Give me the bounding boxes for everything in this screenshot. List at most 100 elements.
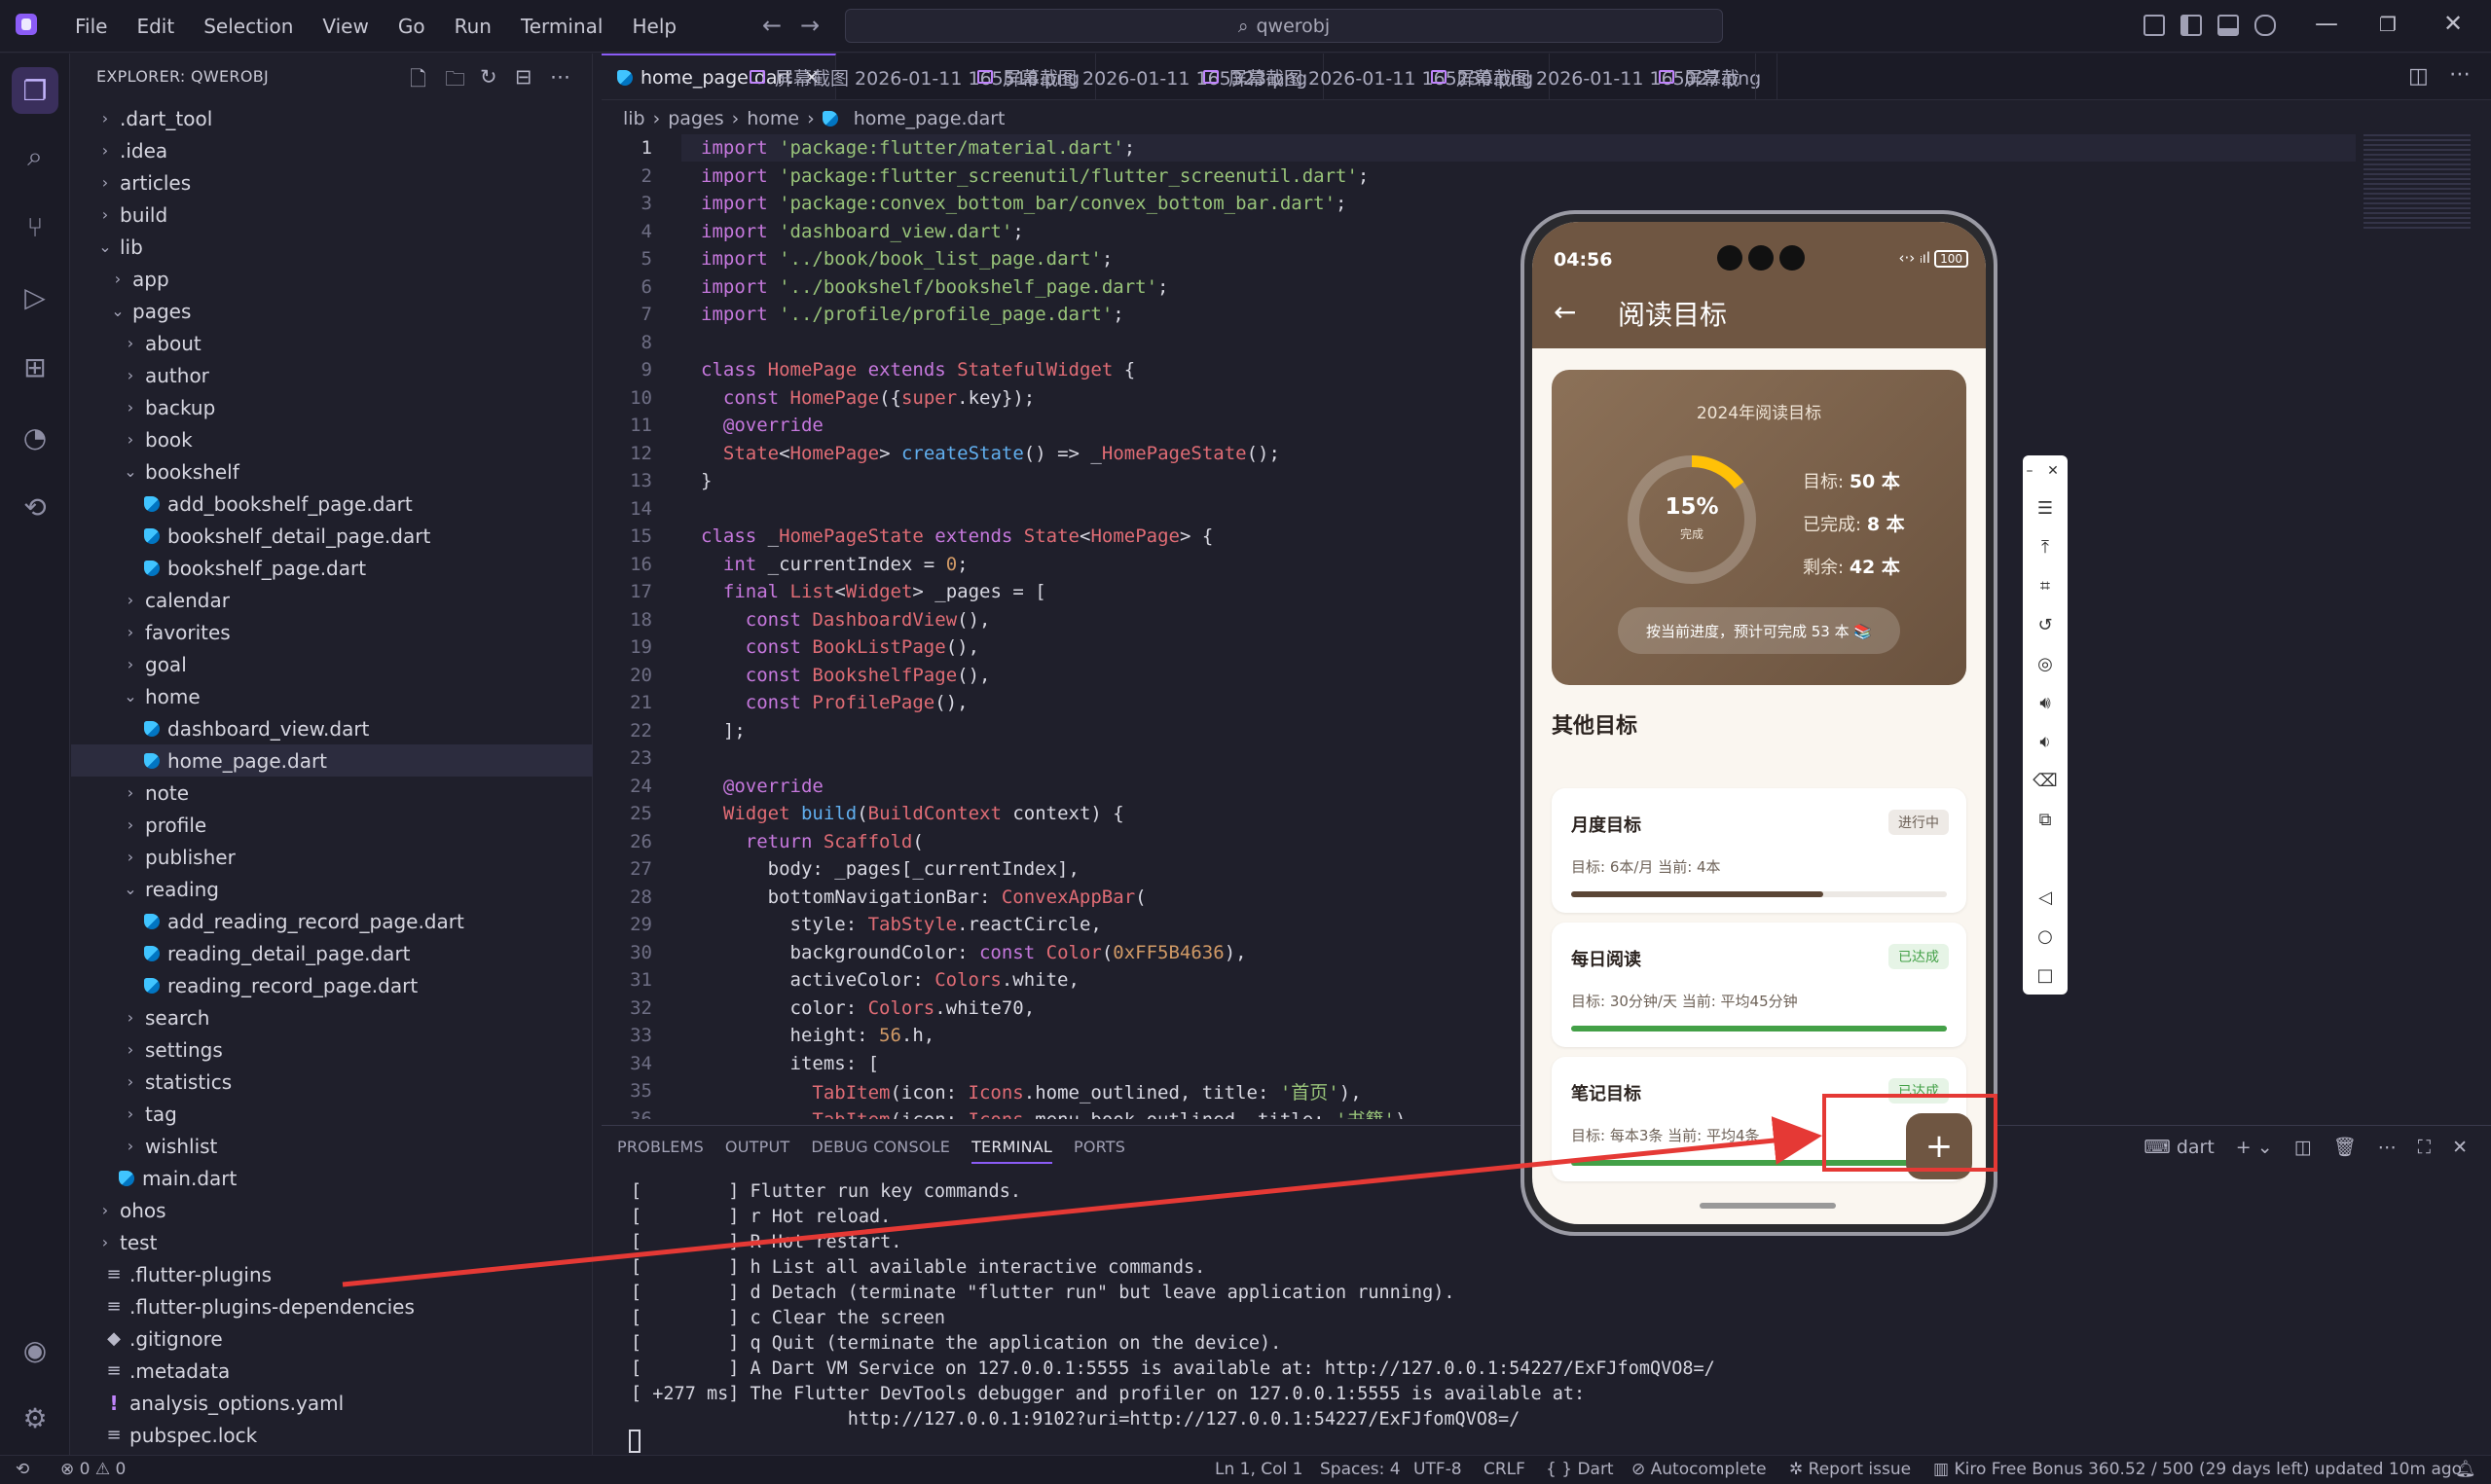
more-actions-icon[interactable]: ⋯ [550,65,570,89]
search-sidebar-icon[interactable]: ⌕ [18,139,53,174]
toggle-panel-icon[interactable] [2217,15,2239,36]
run-debug-icon[interactable]: ▷ [18,279,53,314]
menu-run[interactable]: Run [440,15,506,38]
command-search-box[interactable]: ⌕ qwerobj [845,9,1723,43]
tree-item[interactable]: › favorites [71,616,593,648]
code-line[interactable]: 3 import 'package:convex_bottom_bar/conve… [602,190,2480,218]
menu-go[interactable]: Go [384,15,440,38]
tree-item[interactable]: › settings [71,1033,593,1066]
tree-item[interactable]: › profile [71,809,593,841]
language-mode[interactable]: { } Dart [1546,1460,1614,1479]
tree-item[interactable]: › .idea [71,134,593,166]
panel-tab-problems[interactable]: PROBLEMS [617,1138,704,1164]
tree-item[interactable]: ⌄ lib [71,231,593,263]
tree-item[interactable]: ≡ .metadata [71,1355,593,1387]
menu-edit[interactable]: Edit [122,15,189,38]
split-terminal-icon[interactable]: ◫ [2294,1137,2312,1158]
eraser-icon[interactable]: ⌫ [2023,771,2068,791]
tree-item[interactable]: › book [71,423,593,455]
back-arrow-icon[interactable]: ← [762,12,782,39]
tree-item[interactable]: main.dart [71,1162,593,1194]
close-panel-icon[interactable]: ✕ [2452,1137,2468,1158]
minimap[interactable] [2363,134,2471,232]
split-editor-icon[interactable]: ◫ [2408,64,2429,89]
tree-item[interactable]: add_bookshelf_page.dart [71,488,593,520]
tree-item[interactable]: › build [71,199,593,231]
encoding[interactable]: UTF-8 [1413,1460,1462,1479]
close-window-icon[interactable]: ✕ [2443,10,2463,37]
tree-item[interactable]: › calendar [71,584,593,616]
back-arrow-icon[interactable]: ← [1554,296,1576,328]
emulator-menu-icon[interactable]: ☰ [2023,498,2068,519]
kiro-bonus-status[interactable]: ▥ Kiro Free Bonus 360.52 / 500 (29 days … [1933,1460,2462,1479]
indentation[interactable]: Spaces: 4 [1320,1460,1401,1479]
tree-item[interactable]: add_reading_record_page.dart [71,905,593,937]
tree-item[interactable]: bookshelf_page.dart [71,552,593,584]
rotate-icon[interactable]: ↺ [2023,615,2068,635]
new-folder-icon[interactable]: 🗀 [445,65,465,99]
tree-item[interactable]: › ohos [71,1194,593,1226]
panel-tab-terminal[interactable]: TERMINAL [971,1138,1053,1164]
tree-item[interactable]: › app [71,263,593,295]
cursor-position[interactable]: Ln 1, Col 1 [1215,1460,1303,1479]
tree-item[interactable]: › test [71,1226,593,1258]
nav-back-icon[interactable]: ◁ [2023,887,2068,908]
menu-selection[interactable]: Selection [189,15,308,38]
breadcrumb-item[interactable]: lib [623,108,645,129]
breadcrumb-item[interactable]: home [747,108,799,129]
tree-item[interactable]: ≡ pubspec.lock [71,1419,593,1451]
tree-item[interactable]: › backup [71,391,593,423]
tree-item[interactable]: › note [71,777,593,809]
tree-item[interactable]: › articles [71,166,593,199]
nav-home-icon[interactable]: ○ [2023,926,2068,947]
tree-item[interactable]: › goal [71,648,593,680]
breadcrumb-item[interactable]: pages [668,108,723,129]
nav-recent-icon[interactable]: □ [2023,965,2068,986]
pin-top-icon[interactable]: ⤒ [2023,537,2068,558]
code-line[interactable]: 1 import 'package:flutter/material.dart'; [602,134,2480,163]
tree-item[interactable]: ≡ .flutter-plugins [71,1258,593,1290]
tree-item[interactable]: reading_detail_page.dart [71,937,593,969]
restore-icon[interactable]: ❐ [2379,13,2397,36]
kiro-ghost-icon[interactable]: ◔ [18,419,53,454]
tree-item[interactable]: ⌄ pages [71,295,593,327]
forward-arrow-icon[interactable]: → [800,12,820,39]
crop-icon[interactable]: ⌗ [2023,576,2068,597]
record-icon[interactable]: ◎ [2023,654,2068,674]
trash-icon[interactable]: 🗑 [2333,1136,2357,1158]
volume-up-icon[interactable]: 🔊︎ [2023,693,2068,713]
collapse-all-icon[interactable]: ⊟ [515,65,532,89]
remote-icon[interactable]: ⟲ [18,489,53,525]
tree-item[interactable]: ⌄ reading [71,873,593,905]
tree-item[interactable]: › about [71,327,593,359]
tree-item[interactable]: ≡ .flutter-plugins-dependencies [71,1290,593,1322]
remote-status-icon[interactable]: ⟲ [16,1460,29,1479]
tree-item[interactable]: › search [71,1001,593,1033]
tree-item[interactable]: ⌄ bookshelf [71,455,593,488]
new-terminal-icon[interactable]: + ⌄ [2236,1137,2273,1158]
tree-item[interactable]: › publisher [71,841,593,873]
menu-file[interactable]: File [60,15,122,38]
tree-item[interactable]: › author [71,359,593,391]
customize-layout-icon[interactable] [2143,15,2165,36]
tree-item[interactable]: › .dart_tool [71,102,593,134]
maximize-panel-icon[interactable]: ⛶ [2418,1137,2431,1158]
panel-tab-ports[interactable]: PORTS [1074,1138,1125,1164]
tree-item[interactable]: › tag [71,1098,593,1130]
settings-gear-icon[interactable]: ⚙ [18,1400,53,1435]
tree-item[interactable]: reading_record_page.dart [71,969,593,1001]
minimize-icon[interactable]: — [2315,10,2338,37]
refresh-icon[interactable]: ↻ [480,65,497,89]
tree-item[interactable]: dashboard_view.dart [71,712,593,744]
editor-more-icon[interactable]: ⋯ [2449,62,2471,87]
code-line[interactable]: 2 import 'package:flutter_screenutil/flut… [602,163,2480,191]
problems-count[interactable]: ⊗ 0 ⚠ 0 [60,1460,126,1479]
tree-item[interactable]: bookshelf_detail_page.dart [71,520,593,552]
menu-view[interactable]: View [308,15,383,38]
tree-item[interactable]: ! analysis_options.yaml [71,1387,593,1419]
terminal-shell-selector[interactable]: ⌨ dart [2143,1137,2214,1158]
menu-help[interactable]: Help [617,15,691,38]
report-issue[interactable]: ✲ Report issue [1789,1460,1911,1479]
tree-item[interactable]: ◆ .gitignore [71,1322,593,1355]
autocomplete-status[interactable]: ⊘ Autocomplete [1631,1460,1767,1479]
